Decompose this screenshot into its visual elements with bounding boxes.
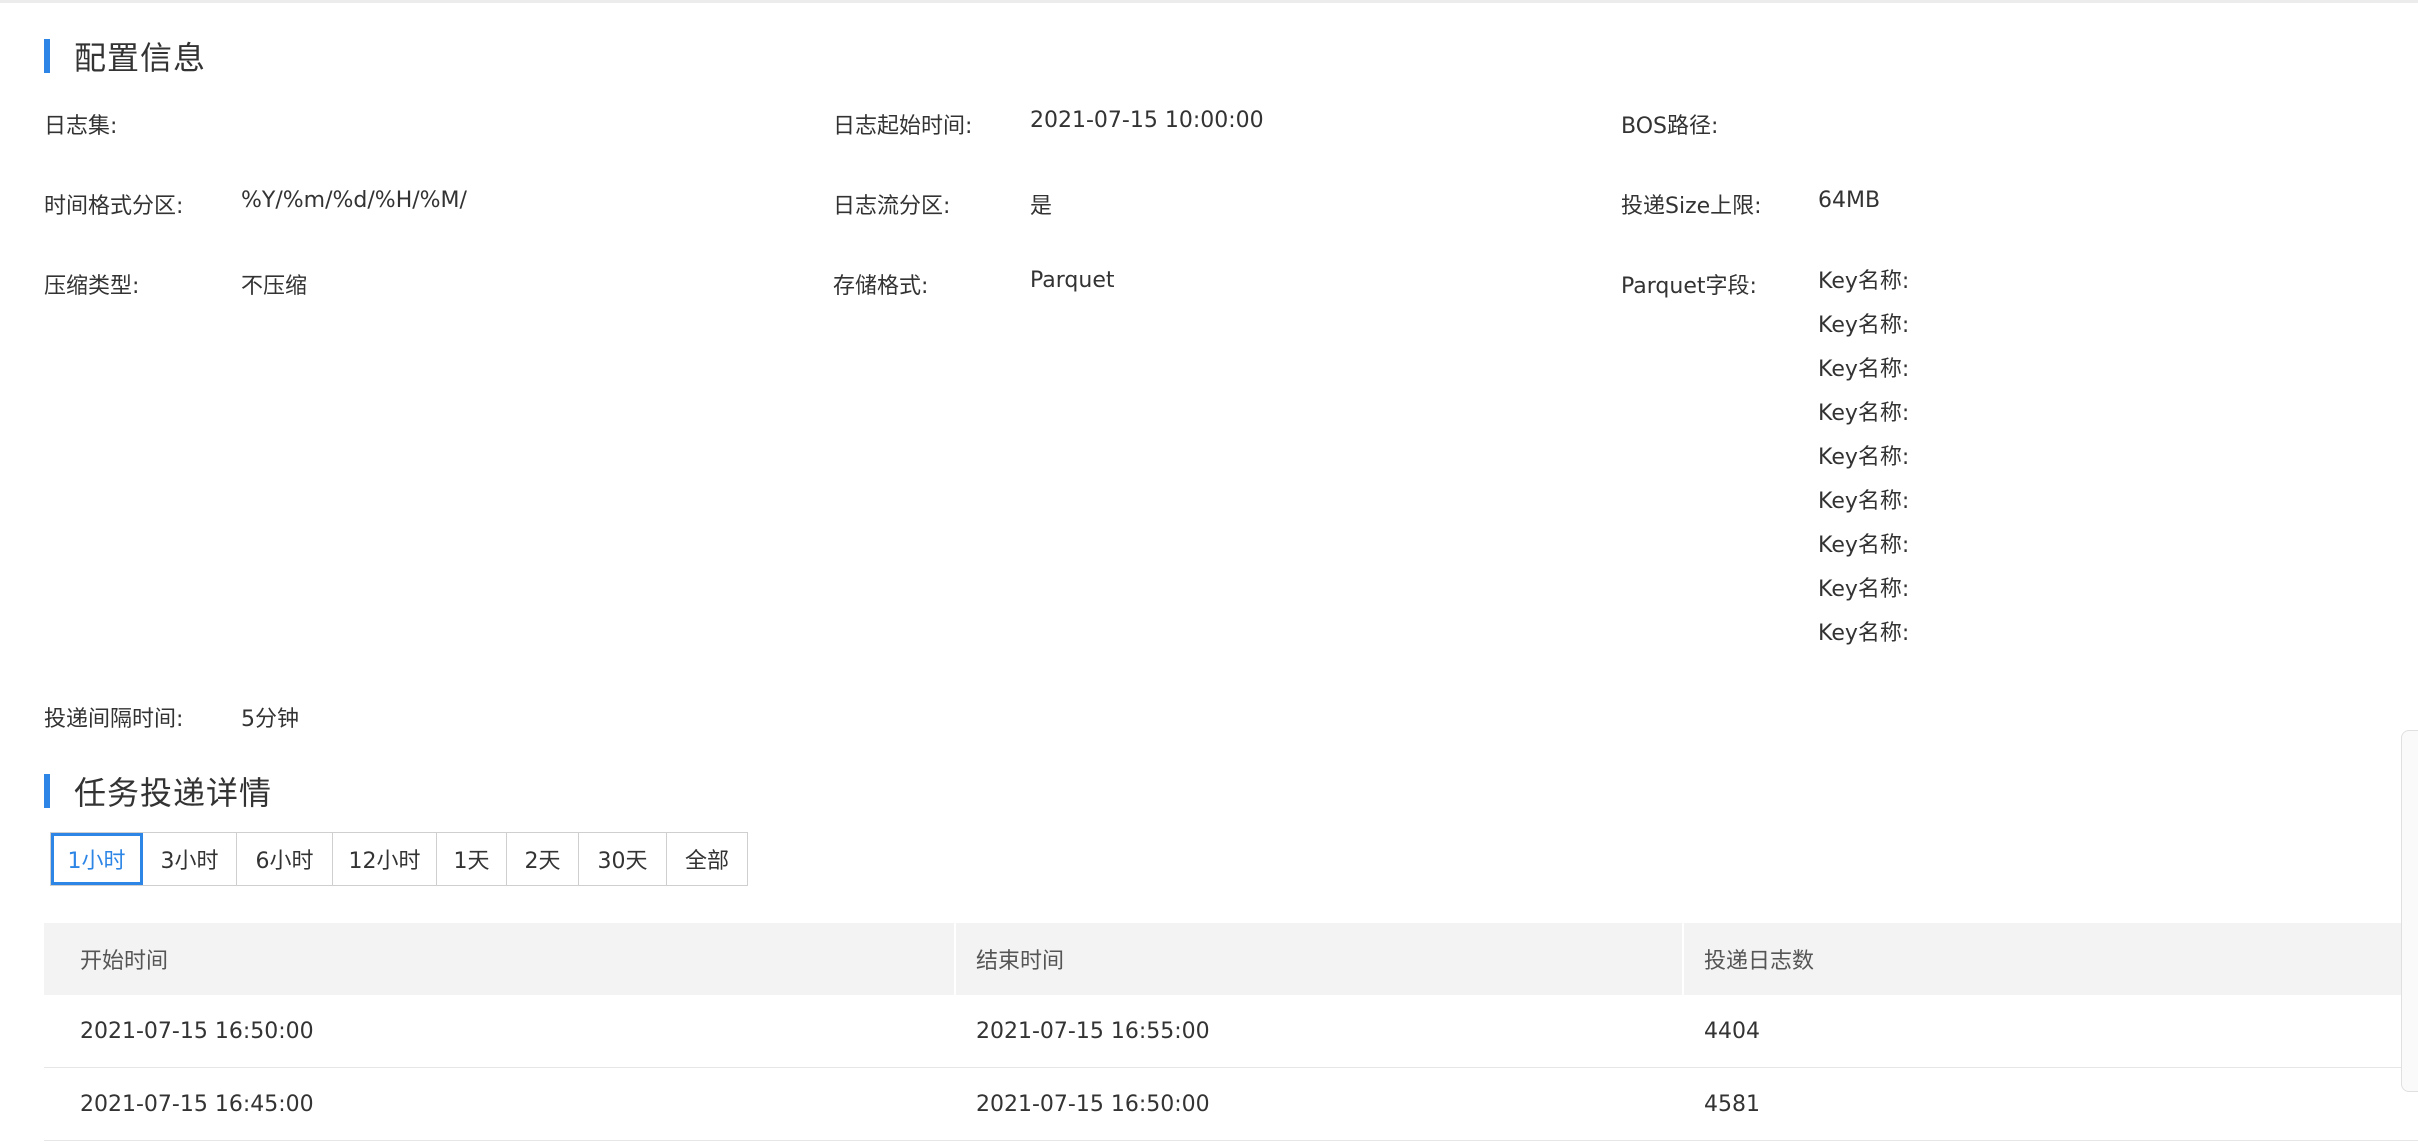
column-header-log-count: 投递日志数: [1684, 923, 2418, 995]
log-start-time-label: 日志起始时间:: [833, 114, 973, 139]
logstream-partition-value: 是: [1030, 194, 1053, 219]
parquet-field-item: Key名称:: [1818, 357, 1910, 382]
compression-label: 压缩类型:: [44, 274, 140, 299]
tab-1-day[interactable]: 1天: [437, 833, 507, 885]
log-start-time-value: 2021-07-15 10:00:00: [1030, 108, 1264, 133]
time-format-label: 时间格式分区:: [44, 194, 184, 219]
tab-12-hours[interactable]: 12小时: [333, 833, 437, 885]
tab-6-hours[interactable]: 6小时: [237, 833, 333, 885]
table-header: 开始时间 结束时间 投递日志数: [44, 923, 2418, 995]
cell-end-time: 2021-07-15 16:50:00: [976, 1091, 1210, 1117]
time-format-value: %Y/%m/%d/%H/%M/: [241, 188, 467, 213]
tab-all[interactable]: 全部: [667, 833, 747, 885]
table-row: 2021-07-15 16:45:00 2021-07-15 16:50:00 …: [44, 1068, 2418, 1141]
cell-start-time: 2021-07-15 16:50:00: [80, 1018, 314, 1044]
size-limit-value: 64MB: [1818, 188, 1881, 213]
parquet-fields-label: Parquet字段:: [1621, 274, 1757, 299]
tab-1-hour[interactable]: 1小时: [51, 833, 143, 885]
parquet-field-item: Key名称:: [1818, 313, 1910, 338]
storage-format-label: 存储格式:: [833, 274, 929, 299]
cell-log-count: 4581: [1704, 1091, 1760, 1117]
side-panel-edge[interactable]: [2401, 730, 2418, 1092]
time-range-tabs: 1小时 3小时 6小时 12小时 1天 2天 30天 全部: [50, 832, 748, 886]
tab-30-days[interactable]: 30天: [579, 833, 667, 885]
parquet-fields-list: Key名称: Key名称: Key名称: Key名称: Key名称: Key名称…: [1818, 268, 1909, 664]
parquet-field-item: Key名称:: [1818, 489, 1910, 514]
size-limit-label: 投递Size上限:: [1621, 194, 1762, 219]
tab-3-hours[interactable]: 3小时: [143, 833, 237, 885]
tab-2-days[interactable]: 2天: [507, 833, 579, 885]
cell-end-time: 2021-07-15 16:55:00: [976, 1018, 1210, 1044]
delivery-section-header: 任务投递详情: [44, 768, 272, 814]
config-section-header: 配置信息: [44, 33, 206, 79]
parquet-field-item: Key名称:: [1818, 445, 1910, 470]
parquet-field-item: Key名称:: [1818, 577, 1910, 602]
section-accent-bar: [44, 774, 50, 808]
cell-start-time: 2021-07-15 16:45:00: [80, 1091, 314, 1117]
config-section-title: 配置信息: [74, 39, 207, 77]
log-set-label: 日志集:: [44, 114, 118, 139]
parquet-field-item: Key名称:: [1818, 533, 1910, 558]
column-header-end-time: 结束时间: [956, 923, 1684, 995]
parquet-field-item: Key名称:: [1818, 401, 1910, 426]
compression-value: 不压缩: [241, 274, 308, 299]
storage-format-value: Parquet: [1030, 268, 1115, 293]
cell-log-count: 4404: [1704, 1018, 1760, 1044]
parquet-field-item: Key名称:: [1818, 269, 1910, 294]
delivery-table: 开始时间 结束时间 投递日志数 2021-07-15 16:50:00 2021…: [44, 923, 2418, 1141]
bos-path-label: BOS路径:: [1621, 114, 1719, 139]
delivery-interval-label: 投递间隔时间:: [44, 707, 184, 732]
delivery-interval-value: 5分钟: [241, 707, 299, 732]
column-header-start-time: 开始时间: [44, 923, 956, 995]
delivery-section-title: 任务投递详情: [74, 774, 273, 812]
top-divider: [0, 0, 2418, 3]
table-row: 2021-07-15 16:50:00 2021-07-15 16:55:00 …: [44, 995, 2418, 1068]
logstream-partition-label: 日志流分区:: [833, 194, 951, 219]
parquet-field-item: Key名称:: [1818, 621, 1910, 646]
section-accent-bar: [44, 39, 50, 73]
